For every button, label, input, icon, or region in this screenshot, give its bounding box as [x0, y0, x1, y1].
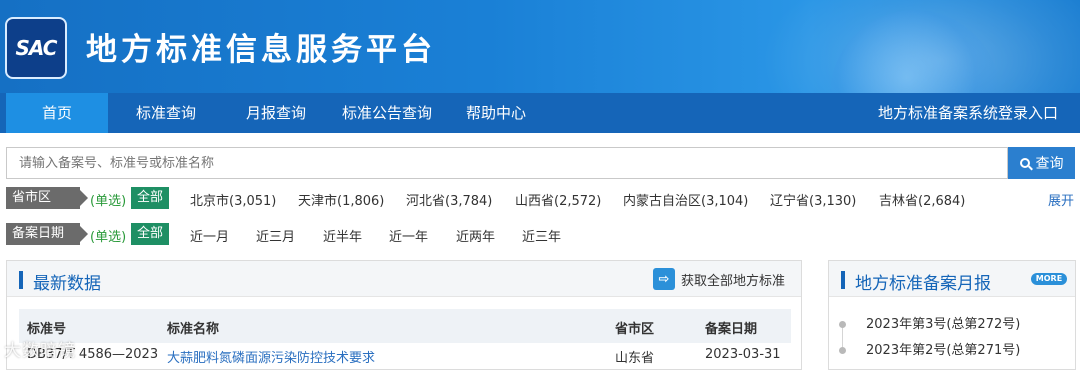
date-option[interactable]: 近一月	[190, 226, 229, 245]
main-nav: 首页 标准查询 月报查询 标准公告查询 帮助中心 地方标准备案系统登录入口	[0, 93, 1080, 133]
province-option[interactable]: 河北省(3,784)	[406, 190, 492, 209]
get-all-label: 获取全部地方标准	[680, 273, 785, 289]
login-entry-link[interactable]: 地方标准备案系统登录入口	[878, 93, 1058, 133]
monthly-report-label: 2023年第2号(总第271号)	[866, 343, 1021, 358]
search-box	[6, 147, 1008, 179]
latest-table-header: 标准号 标准名称 省市区 备案日期	[19, 309, 791, 343]
row-standard-name-link[interactable]: 大蒜肥料氮磷面源污染防控技术要求	[167, 347, 375, 366]
column-header-code: 标准号	[27, 322, 67, 337]
nav-item-standard-search[interactable]: 标准查询	[118, 93, 214, 133]
date-filter-all[interactable]: 全部	[131, 223, 169, 245]
timeline-dot	[839, 347, 846, 354]
search-button-label: 查询	[1035, 156, 1064, 172]
province-option[interactable]: 辽宁省(3,130)	[770, 190, 856, 209]
latest-panel-title: 最新数据	[33, 274, 101, 294]
nav-item-announcement-search[interactable]: 标准公告查询	[332, 93, 442, 133]
date-filter-mode: (单选)	[90, 230, 127, 245]
monthly-report-label: 2023年第3号(总第272号)	[866, 317, 1021, 332]
date-option[interactable]: 近三月	[256, 226, 295, 245]
nav-item-home[interactable]: 首页	[6, 93, 108, 133]
province-filter-mode: (单选)	[90, 194, 127, 209]
monthly-panel-header: 地方标准备案月报 MORE	[829, 261, 1075, 297]
date-filter-row: 备案日期 (单选) 全部 近一月 近三月 近半年 近一年 近两年 近三年	[0, 223, 1080, 249]
province-filter-label: 省市区	[6, 187, 88, 209]
search-button[interactable]: 查询	[1008, 147, 1075, 179]
province-option[interactable]: 内蒙古自治区(3,104)	[623, 190, 748, 209]
date-option[interactable]: 近两年	[456, 226, 495, 245]
province-option[interactable]: 吉林省(2,684)	[879, 190, 965, 209]
province-option[interactable]: 山西省(2,572)	[515, 190, 601, 209]
date-filter-label: 备案日期	[6, 223, 88, 245]
date-option[interactable]: 近半年	[323, 226, 362, 245]
timeline-dot	[839, 321, 846, 328]
latest-data-panel: 最新数据 ⇨ 获取全部地方标准 标准号 标准名称 省市区 备案日期 DB37/T…	[6, 260, 802, 370]
province-filter-row: 省市区 (单选) 全部 北京市(3,051) 天津市(1,806) 河北省(3,…	[0, 187, 1080, 213]
monthly-panel-title: 地方标准备案月报	[855, 274, 991, 294]
logo-text: SAC	[15, 36, 58, 60]
site-title: 地方标准信息服务平台	[86, 32, 436, 68]
panel-accent-bar	[19, 271, 23, 289]
province-option[interactable]: 天津市(1,806)	[298, 190, 384, 209]
province-option[interactable]: 北京市(3,051)	[190, 190, 276, 209]
monthly-report-item[interactable]: 2023年第3号(总第272号)	[839, 313, 1020, 332]
export-arrow-icon: ⇨	[652, 268, 675, 290]
get-all-standards-button[interactable]: ⇨ 获取全部地方标准	[652, 267, 785, 291]
column-header-name: 标准名称	[167, 322, 220, 337]
search-icon	[1019, 158, 1030, 168]
monthly-report-panel: 地方标准备案月报 MORE 2023年第3号(总第272号) 2023年第2号(…	[828, 260, 1076, 370]
province-filter-all[interactable]: 全部	[131, 187, 169, 209]
monthly-report-item[interactable]: 2023年第2号(总第271号)	[839, 339, 1020, 358]
sac-logo[interactable]: SAC	[5, 17, 67, 79]
province-expand-link[interactable]: 展开	[1048, 190, 1074, 209]
watermark-text: 大数暗镜	[4, 341, 76, 361]
column-header-date: 备案日期	[705, 322, 758, 337]
nav-item-monthly-report[interactable]: 月报查询	[228, 93, 324, 133]
date-option[interactable]: 近三年	[522, 226, 561, 245]
latest-panel-header: 最新数据 ⇨ 获取全部地方标准	[7, 261, 801, 297]
more-button[interactable]: MORE	[1031, 273, 1067, 285]
row-region: 山东省	[615, 351, 655, 366]
search-input[interactable]	[7, 148, 1007, 178]
nav-item-help-center[interactable]: 帮助中心	[448, 93, 544, 133]
site-banner: SAC 地方标准信息服务平台	[0, 0, 1080, 93]
panel-accent-bar	[841, 271, 845, 289]
date-option[interactable]: 近一年	[389, 226, 428, 245]
row-date: 2023-03-31	[705, 347, 781, 362]
column-header-region: 省市区	[615, 322, 655, 337]
